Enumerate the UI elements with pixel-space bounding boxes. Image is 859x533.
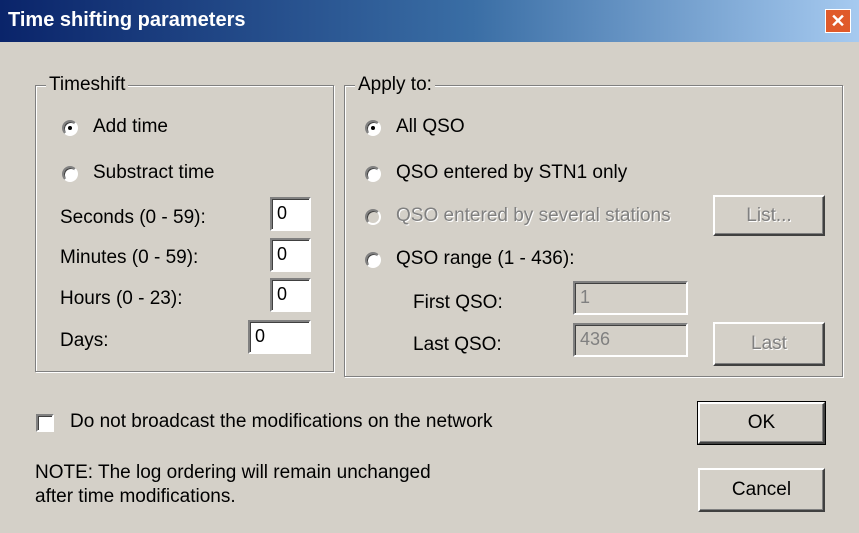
seconds-input[interactable]: 0 [270,197,311,231]
add-time-radio[interactable] [62,120,78,136]
stn1-only-radio[interactable] [365,166,381,182]
last-button: Last [713,322,825,366]
broadcast-checkbox-label[interactable]: Do not broadcast the modifications on th… [70,411,492,433]
days-input[interactable]: 0 [248,320,311,354]
hours-label: Hours (0 - 23): [60,288,183,309]
days-label: Days: [60,330,109,351]
first-qso-input: 1 [573,281,688,315]
list-button: List... [713,195,825,236]
window-title: Time shifting parameters [8,9,246,31]
note-line-1: NOTE: The log ordering will remain uncha… [35,462,431,483]
first-qso-label: First QSO: [413,292,503,313]
all-qso-radio[interactable] [365,120,381,136]
seconds-label: Seconds (0 - 59): [60,207,206,228]
broadcast-checkbox[interactable] [36,414,54,432]
several-stations-label: QSO entered by several stations [396,205,671,226]
last-qso-label: Last QSO: [413,334,502,355]
ok-button[interactable]: OK [697,401,826,445]
minutes-label: Minutes (0 - 59): [60,247,199,268]
apply-to-group-label: Apply to: [355,74,435,96]
cancel-button[interactable]: Cancel [698,468,825,512]
title-bar: Time shifting parameters [0,0,859,42]
minutes-input[interactable]: 0 [270,238,311,272]
qso-range-label[interactable]: QSO range (1 - 436): [396,248,574,270]
several-stations-radio [365,209,381,225]
subtract-time-label[interactable]: Substract time [93,162,214,184]
subtract-time-radio[interactable] [62,166,78,182]
timeshift-group-label: Timeshift [46,74,129,96]
stn1-only-label[interactable]: QSO entered by STN1 only [396,162,627,184]
last-qso-input: 436 [573,323,688,357]
note-line-2: after time modifications. [35,486,236,507]
close-icon[interactable]: ✕ [825,9,851,33]
all-qso-label[interactable]: All QSO [396,116,465,138]
hours-input[interactable]: 0 [270,278,311,312]
qso-range-radio[interactable] [365,252,381,268]
add-time-label[interactable]: Add time [93,116,168,138]
